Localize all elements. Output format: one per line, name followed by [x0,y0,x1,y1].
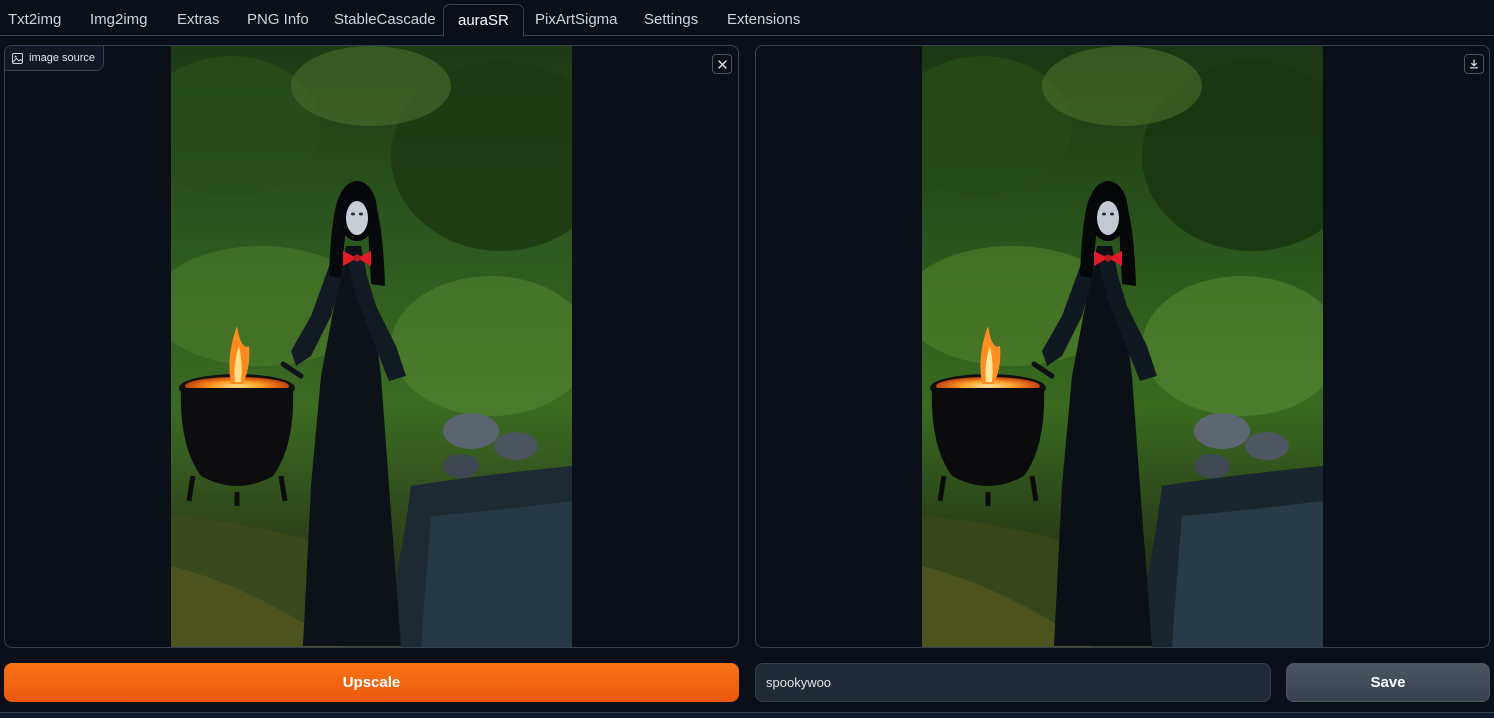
upscale-button[interactable]: Upscale [4,663,739,702]
tab-pixartsigma[interactable]: PixArtSigma [527,4,626,36]
tab-extras[interactable]: Extras [169,4,228,36]
tab-settings[interactable]: Settings [636,4,706,36]
tab-txt2img[interactable]: Txt2img [0,4,69,36]
tab-extensions[interactable]: Extensions [719,4,808,36]
upscaled-image [922,46,1323,647]
clear-image-button[interactable] [712,54,732,74]
output-image-panel [755,45,1490,648]
image-source-panel[interactable]: image source [4,45,739,648]
image-source-label-text: image source [29,52,96,64]
download-icon [1469,59,1479,69]
tab-stablecascade[interactable]: StableCascade [326,4,444,36]
filename-input[interactable] [755,663,1271,702]
image-source-label: image source [5,46,105,71]
source-image [171,46,572,647]
tab-aurasr[interactable]: auraSR [443,4,524,37]
footer-divider [0,712,1494,718]
close-icon [717,59,727,69]
tab-img2img[interactable]: Img2img [82,4,156,36]
download-button[interactable] [1464,54,1484,74]
image-icon [12,52,23,64]
tab-bar: Txt2img Img2img Extras PNG Info StableCa… [0,0,1494,37]
tab-png-info[interactable]: PNG Info [239,4,317,36]
save-button[interactable]: Save [1286,663,1490,702]
